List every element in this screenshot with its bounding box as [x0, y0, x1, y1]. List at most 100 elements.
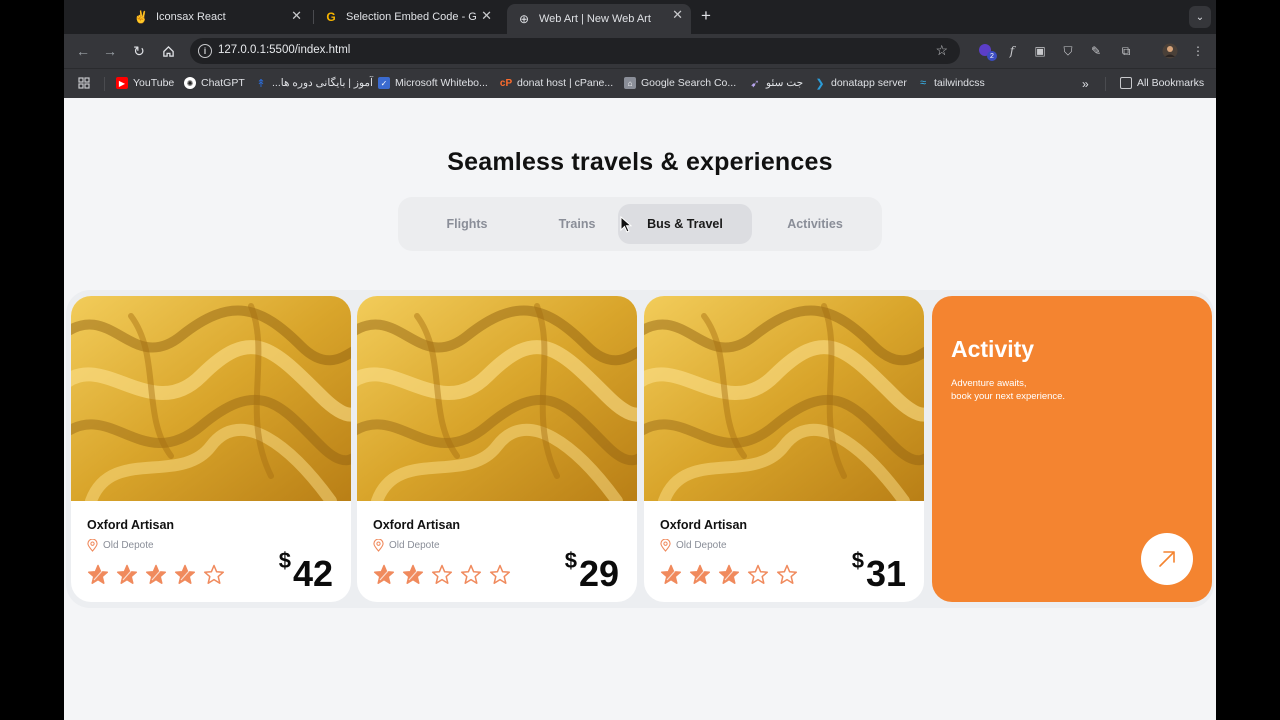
home-icon — [162, 45, 174, 57]
activity-promo-card[interactable]: Activity Adventure awaits, book your nex… — [932, 296, 1212, 602]
whiteboard-icon: ✓ — [378, 77, 390, 89]
card-title: Oxford Artisan — [87, 518, 175, 532]
eyedropper-extension-icon[interactable]: ✎ — [1088, 43, 1104, 59]
cpanel-icon: cP — [499, 77, 513, 89]
info-icon[interactable]: i — [198, 44, 212, 58]
card-image — [644, 296, 924, 501]
star-empty-icon — [489, 564, 511, 584]
bookmark-course-archive[interactable]: ↟ ...آموز | بایگانی دوره ها — [255, 77, 373, 90]
card-location: Old Depote — [373, 539, 440, 552]
card-price: $ 29 — [565, 548, 619, 594]
google-icon: G — [326, 10, 336, 24]
home-button[interactable] — [159, 42, 177, 60]
browser-window: ✌ Iconsax React ✕ G Selection Embed Code… — [64, 0, 1216, 720]
card-title: Oxford Artisan — [373, 518, 461, 532]
folder-icon — [1120, 77, 1132, 89]
function-extension-icon[interactable]: f — [1004, 43, 1020, 59]
back-button[interactable]: ← — [74, 42, 92, 60]
more-bookmarks-button[interactable]: » — [1082, 77, 1089, 91]
star-filled-icon — [87, 564, 109, 584]
star-empty-icon — [776, 564, 798, 584]
page-title: Seamless travels & experiences — [447, 148, 833, 176]
tab-flights[interactable]: Flights — [412, 204, 522, 244]
price-amount: 42 — [292, 553, 333, 594]
forward-button[interactable]: → — [101, 42, 119, 60]
search-console-icon: ⌂ — [624, 77, 636, 89]
bookmark-youtube[interactable]: ▶ YouTube — [116, 77, 174, 89]
reload-button[interactable]: ↻ — [130, 42, 148, 60]
address-bar[interactable]: i 127.0.0.1:5500/index.html ☆ — [190, 38, 960, 64]
tab-bus-travel[interactable]: Bus & Travel — [618, 204, 752, 244]
tab-search-button[interactable]: ⌄ — [1189, 6, 1211, 28]
star-filled-icon — [116, 564, 138, 584]
star-filled-icon — [174, 564, 196, 584]
profile-avatar-icon[interactable] — [1162, 43, 1178, 59]
promo-title: Activity — [951, 336, 1035, 362]
bookmark-chatgpt[interactable]: ✺ ChatGPT — [184, 77, 245, 89]
bookmark-jet-seo[interactable]: ➹ جت سئو — [749, 77, 803, 90]
tab-web-art[interactable]: ⊕ Web Art | New Web Art ✕ — [507, 4, 691, 34]
youtube-icon: ▶ — [116, 77, 128, 89]
star-filled-icon — [402, 564, 424, 584]
tab-activities[interactable]: Activities — [760, 204, 870, 244]
card-location: Old Depote — [87, 539, 154, 552]
arrow-up-right-icon — [1159, 551, 1175, 567]
mouse-cursor-icon — [620, 216, 632, 233]
apps-grid-icon[interactable] — [78, 77, 90, 89]
bookmark-tailwind[interactable]: ≈ tailwindcss — [917, 77, 985, 89]
card-image — [71, 296, 351, 501]
close-icon[interactable]: ✕ — [291, 8, 302, 24]
card-image — [357, 296, 637, 501]
close-icon[interactable]: ✕ — [481, 8, 492, 24]
rocket-icon: ➹ — [750, 77, 760, 90]
star-rating — [659, 563, 804, 587]
page-content: Seamless travels & experiences Flights T… — [64, 98, 1216, 720]
tab-iconsax[interactable]: ✌ Iconsax React ✕ — [124, 5, 310, 29]
cards-container: Oxford Artisan Old Depote $ 42 Oxford Ar… — [66, 290, 1214, 608]
star-rating — [372, 563, 517, 587]
bookmarks-bar: ▶ YouTube ✺ ChatGPT ↟ ...آموز | بایگانی دور… — [64, 68, 1216, 98]
tab-bar: ✌ Iconsax React ✕ G Selection Embed Code… — [64, 0, 1216, 34]
travel-card[interactable]: Oxford Artisan Old Depote $ 29 — [357, 296, 637, 602]
star-empty-icon — [747, 564, 769, 584]
clipboard-extension-icon[interactable]: ▣ — [1032, 43, 1048, 59]
bookmark-whiteboard[interactable]: ✓ Microsoft Whitebo... — [378, 77, 488, 89]
travel-card[interactable]: Oxford Artisan Old Depote $ 42 — [71, 296, 351, 602]
extension-icon[interactable]: 2 — [978, 43, 997, 61]
price-amount: 31 — [865, 553, 906, 594]
server-icon: ❯ — [815, 77, 825, 90]
tab-trains[interactable]: Trains — [522, 204, 632, 244]
card-price: $ 42 — [279, 548, 333, 594]
extension-badge: 2 — [987, 51, 997, 61]
price-amount: 29 — [578, 553, 619, 594]
promo-arrow-button[interactable] — [1141, 533, 1193, 585]
victory-hand-icon: ✌ — [133, 10, 149, 24]
card-location: Old Depote — [660, 539, 727, 552]
star-empty-icon — [203, 564, 225, 584]
star-filled-icon — [689, 564, 711, 584]
tab-selection-embed[interactable]: G Selection Embed Code - Goo ✕ — [314, 5, 500, 29]
close-icon[interactable]: ✕ — [672, 7, 683, 23]
card-price: $ 31 — [852, 548, 906, 594]
promo-text: Adventure awaits, book your next experie… — [951, 378, 1066, 402]
location-pin-icon — [373, 539, 384, 552]
menu-kebab-icon[interactable]: ⋮ — [1190, 43, 1206, 59]
location-pin-icon — [660, 539, 671, 552]
new-tab-button[interactable]: + — [701, 6, 711, 26]
bookmark-cpanel[interactable]: cP donat host | cPane... — [500, 77, 613, 89]
travel-card[interactable]: Oxford Artisan Old Depote $ 31 — [644, 296, 924, 602]
arrow-right-icon: → — [103, 43, 117, 59]
chevron-down-icon: ⌄ — [1195, 11, 1205, 23]
all-bookmarks-button[interactable]: All Bookmarks — [1120, 77, 1204, 89]
star-filled-icon — [718, 564, 740, 584]
bookmark-star-icon[interactable]: ☆ — [935, 42, 948, 59]
chatgpt-icon: ✺ — [184, 77, 196, 89]
globe-icon: ⊕ — [518, 12, 530, 26]
tailwind-icon: ≈ — [919, 77, 927, 89]
star-empty-icon — [460, 564, 482, 584]
bookmark-donatapp[interactable]: ❯ donatapp server — [814, 77, 907, 90]
url-text[interactable]: 127.0.0.1:5500/index.html — [218, 44, 350, 56]
shield-extension-icon[interactable]: ⛉ — [1060, 43, 1076, 59]
extensions-puzzle-icon[interactable]: ⧉ — [1118, 43, 1134, 59]
bookmark-search-console[interactable]: ⌂ Google Search Co... — [624, 77, 736, 89]
